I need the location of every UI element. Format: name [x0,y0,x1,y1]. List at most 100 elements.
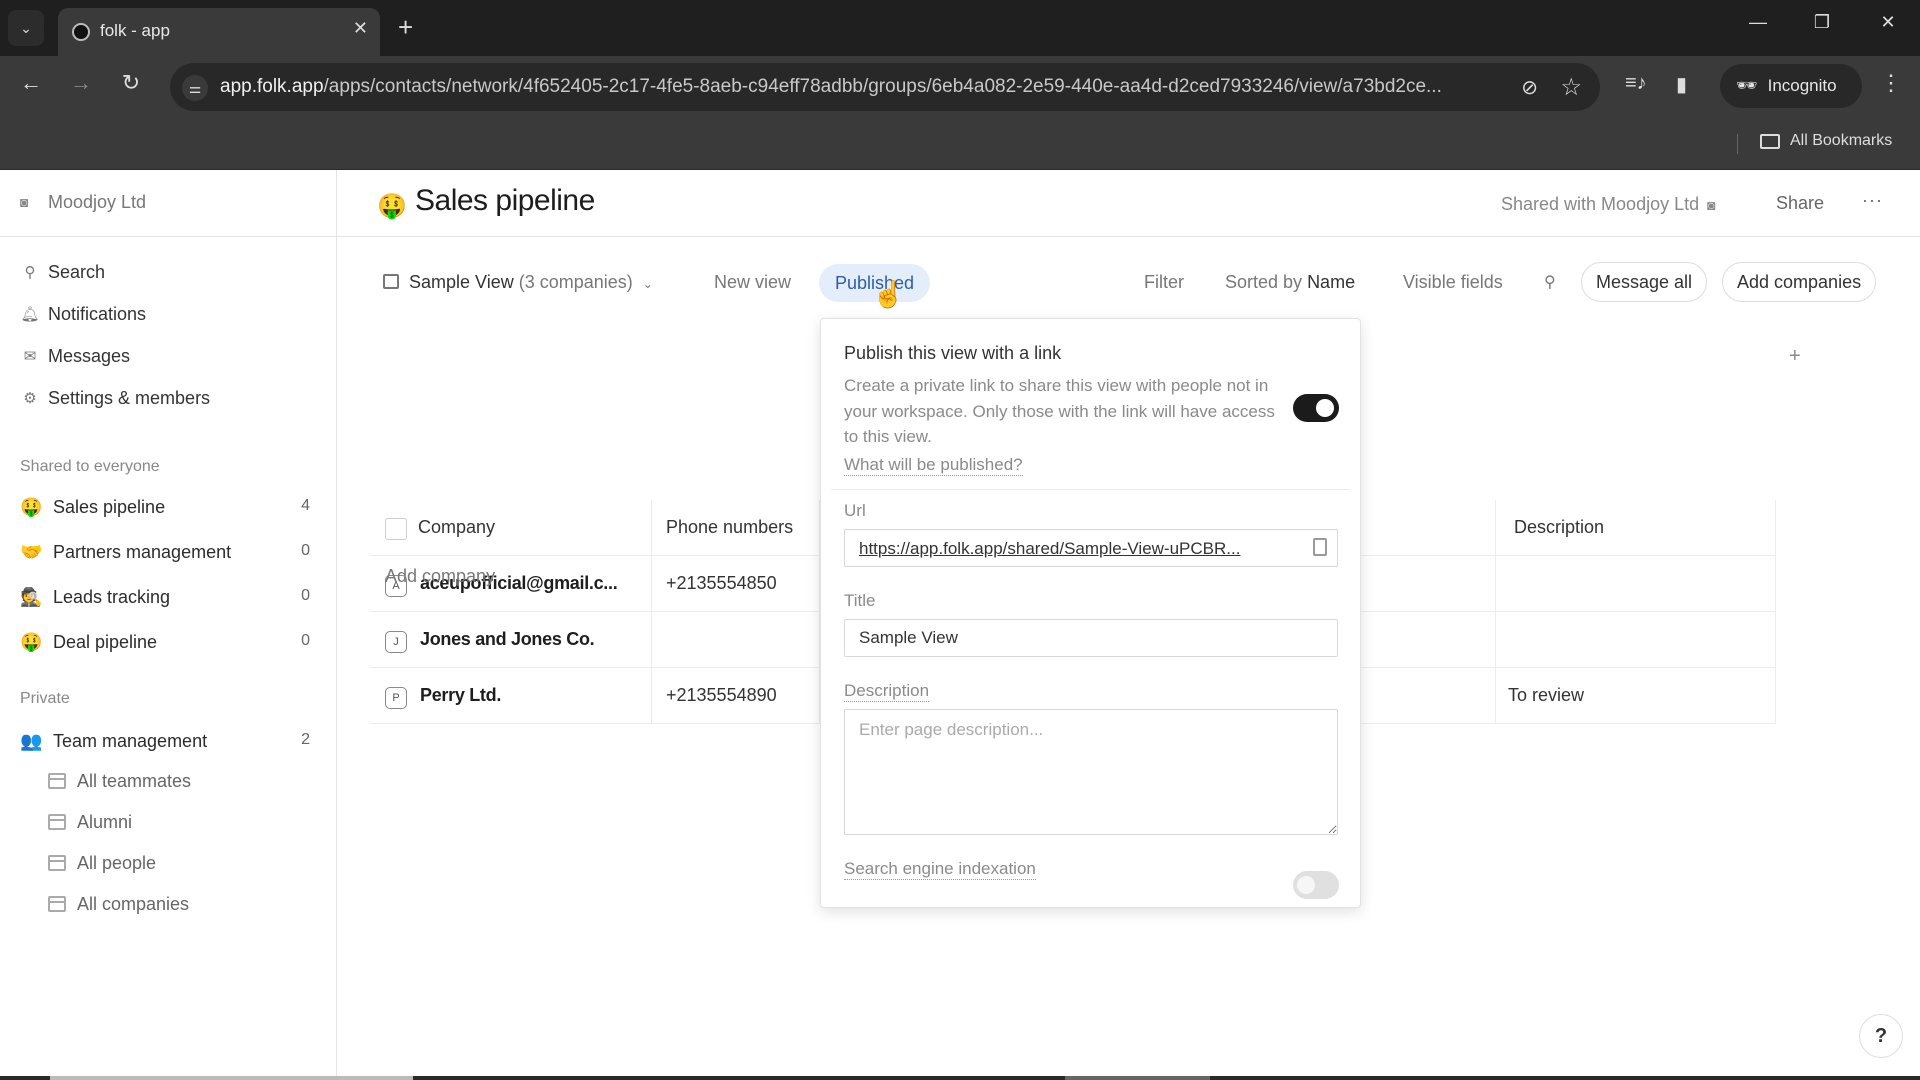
group-count: 0 [301,632,310,649]
url-field[interactable]: https://app.folk.app/shared/Sample-View-… [844,529,1338,567]
forward-button[interactable]: → [66,70,96,96]
column-header-phone[interactable]: Phone numbers [652,500,820,556]
table-row-hidden-cell[interactable] [1361,612,1496,668]
sidebar-group-team-management[interactable]: 👥 Team management 2 [0,722,336,762]
sidebar-view-all-people[interactable]: All people [0,846,336,882]
restore-window-button[interactable]: ❐ [1802,12,1842,33]
close-window-button[interactable]: ✕ [1868,12,1908,33]
incognito-label: Incognito [1767,76,1837,95]
section-title-private: Private [20,690,70,707]
description-textarea[interactable] [844,709,1338,835]
url-path: /apps/contacts/network/4f652405-2c17-4fe… [323,76,1442,97]
search-icon[interactable]: ⚲ [1544,272,1556,292]
sidebar-view-alumni[interactable]: Alumni [0,805,336,841]
table-row-company-cell[interactable]: P Perry Ltd. [370,668,652,724]
new-tab-button[interactable]: + [398,12,413,42]
hand-cursor-icon: ☝ [872,279,905,309]
table-row-hidden-cell[interactable] [1361,668,1496,724]
copy-icon[interactable] [1313,538,1327,556]
what-will-be-published-link[interactable]: What will be published? [844,455,1023,476]
gear-icon: ⚙ [23,390,37,407]
bookmark-star-icon[interactable]: ☆ [1560,73,1582,102]
chevron-down-icon: ⌄ [642,277,653,291]
table-icon [48,896,66,912]
table-row-phone-cell[interactable]: +2135554890 [652,668,820,724]
sidebar-item-label: Settings & members [48,387,211,408]
sidebar-item-messages[interactable]: ✉ Messages [0,336,336,376]
table-row-company-cell[interactable]: J Jones and Jones Co. [370,612,652,668]
sort-button[interactable]: Sorted by Name [1225,272,1355,293]
company-name[interactable]: Perry Ltd. [420,685,501,706]
description-label: Description [844,681,930,702]
view-selector[interactable]: Sample View (3 companies) ⌄ [383,272,653,293]
help-button[interactable]: ? [1859,1014,1903,1058]
published-url-link[interactable]: https://app.folk.app/shared/Sample-View-… [859,539,1299,559]
add-column-button[interactable]: + [1789,345,1801,368]
group-label: Team management [53,731,208,751]
incognito-indicator[interactable]: 🕶 Incognito [1720,64,1862,108]
table-row-description-cell[interactable]: To review [1496,668,1776,724]
view-label: Alumni [77,812,133,832]
search-engine-indexation-toggle[interactable] [1293,871,1339,899]
table-icon [48,773,66,789]
add-companies-button[interactable]: Add companies [1722,262,1877,302]
select-all-checkbox[interactable] [385,518,407,540]
incognito-icon: 🕶 [1736,76,1758,95]
table-row-description-cell[interactable] [1496,612,1776,668]
browser-tab[interactable]: folk - app ✕ [58,8,380,56]
publish-toggle[interactable] [1293,394,1339,422]
sidebar-group-sales-pipeline[interactable]: 🤑 Sales pipeline 4 [0,488,336,528]
url-text[interactable]: app.folk.app/apps/contacts/network/4f652… [220,76,1510,98]
shared-with-indicator[interactable]: Shared with Moodjoy Ltd ◙ [1501,194,1716,215]
column-header-description[interactable]: Description [1496,500,1776,556]
share-button[interactable]: Share [1776,193,1824,214]
sidebar-item-settings[interactable]: ⚙ Settings & members [0,378,336,418]
side-panel-icon[interactable]: ▮ [1676,72,1687,97]
workspace-name: Moodjoy Ltd [48,192,147,212]
people-icon: 👥 [20,731,43,751]
media-controls-icon[interactable]: ≡♪ [1625,72,1647,95]
mail-icon: ✉ [23,348,37,365]
company-name[interactable]: Jones and Jones Co. [420,629,595,650]
title-input[interactable] [844,619,1338,657]
company-avatar: P [385,687,407,709]
table-row-phone-cell[interactable] [652,612,820,668]
tab-search-button[interactable]: ⌄ [8,10,44,46]
site-info-icon[interactable]: ⚌ [182,75,208,101]
add-company-button[interactable]: Add company [385,566,495,587]
sidebar-item-label: Messages [48,345,131,366]
message-all-button[interactable]: Message all [1581,262,1708,302]
table-row-hidden-cell[interactable] [1361,556,1496,612]
view-name: Sample View [409,272,514,292]
tab-title: folk - app [100,21,170,40]
column-header-company[interactable]: Company [370,500,652,556]
all-bookmarks-button[interactable]: All Bookmarks [1760,132,1892,150]
address-bar[interactable]: ⚌ app.folk.app/apps/contacts/network/4f6… [170,63,1600,111]
back-button[interactable]: ← [16,70,46,96]
more-options-button[interactable]: ··· [1862,190,1883,211]
sidebar-group-leads-tracking[interactable]: 🕵 Leads tracking 0 [0,578,336,618]
browser-menu-icon[interactable]: ⋮ [1880,70,1902,96]
reload-button[interactable]: ↻ [116,70,146,96]
url-label: Url [844,501,866,520]
filter-button[interactable]: Filter [1144,272,1184,293]
sidebar-group-partners-management[interactable]: 🤝 Partners management 0 [0,533,336,573]
workspace-switcher[interactable]: ◙ Moodjoy Ltd [0,170,336,237]
group-label: Deal pipeline [53,632,158,652]
new-view-button[interactable]: New view [714,272,791,293]
table-row-phone-cell[interactable]: +2135554850 [652,556,820,612]
sidebar-group-deal-pipeline[interactable]: 🤑 Deal pipeline 0 [0,623,336,663]
sidebar-item-label: Search [48,261,106,282]
sidebar-view-all-teammates[interactable]: All teammates [0,764,336,800]
browser-toolbar: ← → ↻ ⚌ app.folk.app/apps/contacts/netwo… [0,56,1920,118]
sidebar-item-search[interactable]: ⚲ Search [0,252,336,292]
visible-fields-button[interactable]: Visible fields [1403,272,1503,293]
sidebar-item-notifications[interactable]: 🔔︎ Notifications [0,294,336,334]
minimize-window-button[interactable]: — [1738,12,1778,33]
close-tab-icon[interactable]: ✕ [353,18,368,39]
column-header-hidden[interactable] [1361,500,1496,556]
sidebar-view-all-companies[interactable]: All companies [0,887,336,923]
tracking-protection-eye-off-icon[interactable]: ⊘ [1521,75,1538,100]
table-row-description-cell[interactable] [1496,556,1776,612]
page-title[interactable]: Sales pipeline [415,184,595,218]
